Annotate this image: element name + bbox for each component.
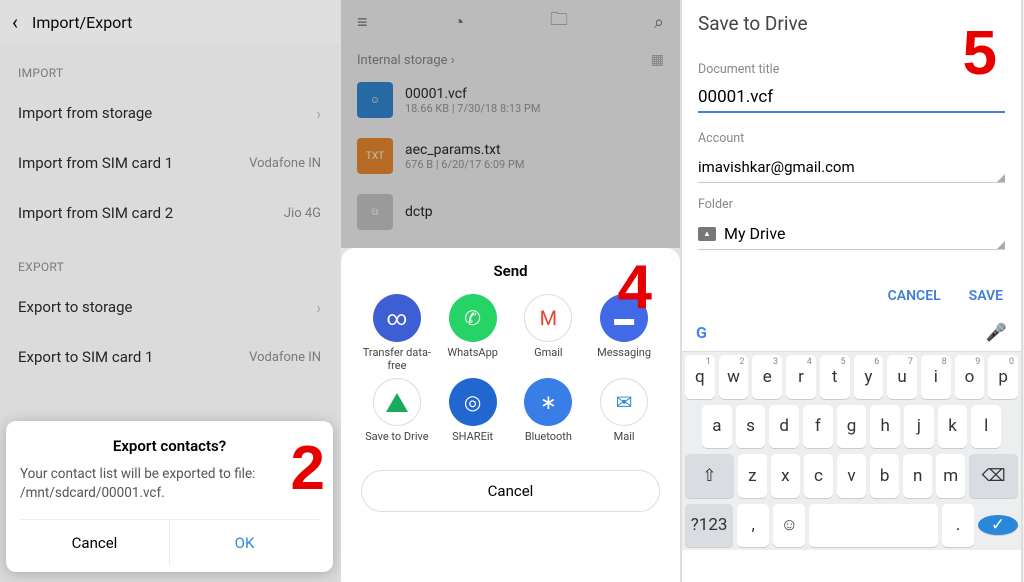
cancel-button[interactable]: Cancel <box>20 520 170 566</box>
key-q[interactable]: q1 <box>685 355 715 399</box>
space-key[interactable] <box>809 504 937 548</box>
dialog-title: Export contacts? <box>20 437 319 455</box>
folder-label: Folder <box>698 197 1005 212</box>
key-v[interactable]: v <box>837 454 866 498</box>
save-button[interactable]: SAVE <box>969 288 1003 304</box>
symbols-key[interactable]: ?123 <box>685 504 733 548</box>
dropdown-icon <box>997 241 1005 249</box>
key-w[interactable]: w2 <box>719 355 749 399</box>
key-i[interactable]: i8 <box>921 355 951 399</box>
key-m[interactable]: m <box>936 454 965 498</box>
key-b[interactable]: b <box>870 454 899 498</box>
share-whatsapp[interactable]: ✆WhatsApp <box>435 294 511 372</box>
folder-selector[interactable]: My Drive <box>698 218 1005 250</box>
key-h[interactable]: h <box>870 405 900 449</box>
doctitle-label: Document title <box>698 62 1005 77</box>
whatsapp-icon: ✆ <box>449 294 497 342</box>
key-t[interactable]: t5 <box>820 355 850 399</box>
gmail-icon: M <box>524 294 572 342</box>
key-g[interactable]: g <box>837 405 867 449</box>
drive-icon <box>698 227 716 241</box>
doctitle-input[interactable] <box>698 83 1005 113</box>
cancel-button[interactable]: CANCEL <box>888 288 941 304</box>
keyboard: G 🎤 q1w2e3r4t5y6u7i8o9p0 asdfghjkl ⇧ zxc… <box>682 314 1021 550</box>
ok-button[interactable]: OK <box>170 520 319 566</box>
key-x[interactable]: x <box>771 454 800 498</box>
key-o[interactable]: o9 <box>955 355 985 399</box>
modal-overlay <box>341 0 680 248</box>
step-number: 2 <box>291 433 325 504</box>
key-a[interactable]: a <box>702 405 732 449</box>
key-z[interactable]: z <box>738 454 767 498</box>
share-bluetooth[interactable]: ∗Bluetooth <box>511 378 587 456</box>
key-y[interactable]: y6 <box>854 355 884 399</box>
bluetooth-icon: ∗ <box>524 378 572 426</box>
share-mail[interactable]: ✉Mail <box>586 378 662 456</box>
key-e[interactable]: e3 <box>752 355 782 399</box>
key-n[interactable]: n <box>903 454 932 498</box>
key-s[interactable]: s <box>736 405 766 449</box>
key-c[interactable]: c <box>804 454 833 498</box>
key-f[interactable]: f <box>803 405 833 449</box>
period-key[interactable]: . <box>942 504 974 548</box>
backspace-key[interactable]: ⌫ <box>969 454 1018 498</box>
key-d[interactable]: d <box>769 405 799 449</box>
step-number: 4 <box>618 252 652 323</box>
comma-key[interactable]: , <box>737 504 769 548</box>
dialog-message: Your contact list will be exported to fi… <box>20 465 319 503</box>
share-save-to-drive[interactable]: Save to Drive <box>359 378 435 456</box>
key-k[interactable]: k <box>938 405 968 449</box>
mail-icon: ✉ <box>600 378 648 426</box>
shareit-icon: ◎ <box>449 378 497 426</box>
cancel-button[interactable]: Cancel <box>361 470 660 512</box>
enter-key[interactable]: ✓ <box>978 515 1018 535</box>
share-gmail[interactable]: MGmail <box>511 294 587 372</box>
key-r[interactable]: r4 <box>786 355 816 399</box>
key-p[interactable]: p0 <box>988 355 1018 399</box>
emoji-key[interactable]: ☺ <box>773 504 805 548</box>
mic-icon[interactable]: 🎤 <box>986 323 1007 343</box>
infinity-icon: ∞ <box>373 294 421 342</box>
account-selector[interactable]: imavishkar@gmail.com <box>698 152 1005 183</box>
share-transfer-data-free[interactable]: ∞Transfer data-free <box>359 294 435 372</box>
key-j[interactable]: j <box>904 405 934 449</box>
step-number: 5 <box>963 18 997 89</box>
shift-key[interactable]: ⇧ <box>685 454 734 498</box>
key-l[interactable]: l <box>971 405 1001 449</box>
drive-icon <box>373 378 421 426</box>
google-icon[interactable]: G <box>696 323 707 342</box>
share-shareit[interactable]: ◎SHAREit <box>435 378 511 456</box>
key-u[interactable]: u7 <box>887 355 917 399</box>
dropdown-icon <box>997 174 1005 182</box>
export-dialog: Export contacts? Your contact list will … <box>6 421 333 572</box>
account-label: Account <box>698 131 1005 146</box>
